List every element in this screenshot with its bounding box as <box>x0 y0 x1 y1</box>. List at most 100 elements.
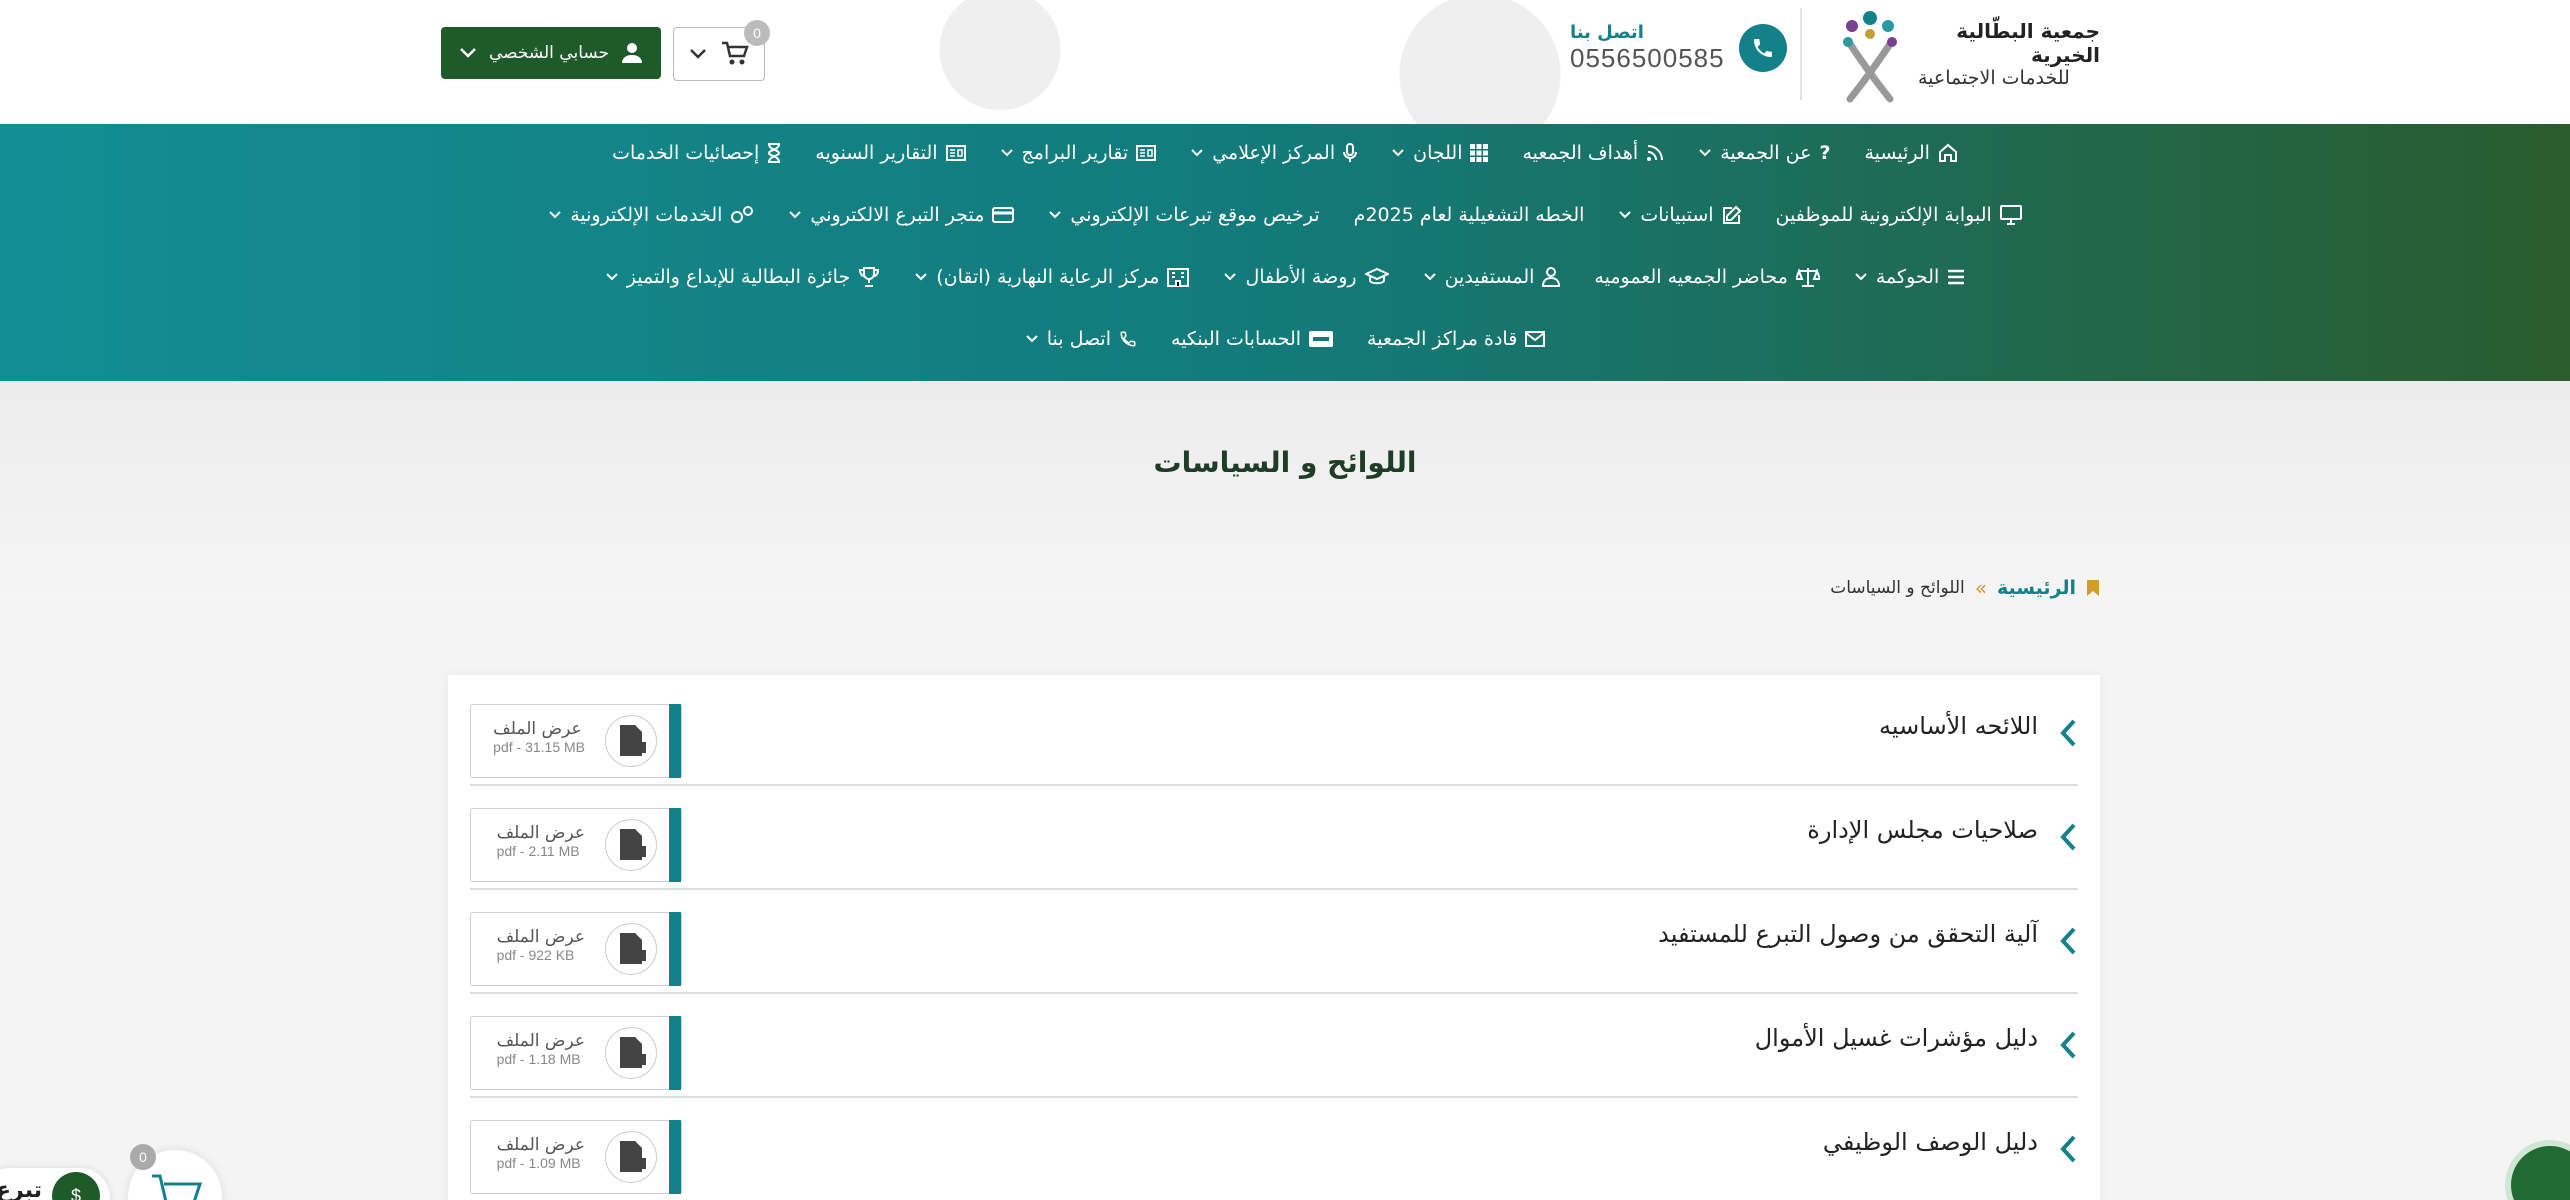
main-navigation: الرئيسية ? عن الجمعية أهداف الجمعيه اللج… <box>0 124 2570 381</box>
chevron-left-icon[interactable] <box>2058 1030 2078 1060</box>
cart-icon <box>152 1174 202 1200</box>
page-hero <box>0 381 2570 601</box>
nav-item-media-center[interactable]: المركز الإعلامي <box>1190 142 1358 164</box>
pdf-file-icon <box>605 819 657 871</box>
nav-item-governance[interactable]: الحوكمة <box>1854 266 1965 288</box>
nav-row-2: البوابة الإلكترونية للموظفين استبيانات ا… <box>0 204 2570 226</box>
nav-item-home[interactable]: الرئيسية <box>1864 142 1957 164</box>
view-file-button[interactable]: عرض الملف pdf - 922 KB <box>470 912 682 986</box>
chevron-left-icon[interactable] <box>2058 926 2078 956</box>
page-title: اللوائح و السياسات <box>1153 446 1417 479</box>
file-accent-bar <box>669 1120 681 1194</box>
nav-item-center-leaders[interactable]: قادة مراكز الجمعية <box>1367 328 1546 350</box>
view-file-button[interactable]: عرض الملف pdf - 1.18 MB <box>470 1016 682 1090</box>
floating-cart-button[interactable]: 0 <box>128 1144 222 1200</box>
nav-item-beneficiaries[interactable]: المستفيدين <box>1423 266 1561 288</box>
card-icon <box>992 207 1015 223</box>
chevron-down-icon <box>1423 273 1436 281</box>
nav-row-1: الرئيسية ? عن الجمعية أهداف الجمعيه اللج… <box>0 142 2570 164</box>
view-file-button[interactable]: عرض الملف pdf - 1.09 MB <box>470 1120 682 1194</box>
chevron-down-icon <box>1392 149 1404 157</box>
document-title[interactable]: اللائحه الأساسيه <box>1879 712 2038 740</box>
nav-item-e-services[interactable]: الخدمات الإلكترونية <box>548 204 754 226</box>
chevron-down-icon <box>1224 273 1237 281</box>
site-logo[interactable]: جمعية البطّالية الخيرية للخدمات الاجتماع… <box>1830 4 2100 104</box>
file-accent-bar <box>669 912 681 986</box>
logo-subtitle: للخدمات الاجتماعية <box>1918 67 2070 89</box>
document-title[interactable]: دليل الوصف الوظيفي <box>1823 1128 2038 1156</box>
chevron-left-icon[interactable] <box>2058 718 2078 748</box>
file-meta: pdf - 1.09 MB <box>496 1155 581 1171</box>
nav-item-committees[interactable]: اللجان <box>1391 142 1489 164</box>
view-file-button[interactable]: عرض الملف pdf - 31.15 MB <box>470 704 682 778</box>
scale-icon <box>1795 268 1820 287</box>
question-icon: ? <box>1819 142 1831 164</box>
document-title[interactable]: دليل مؤشرات غسيل الأموال <box>1755 1024 2038 1052</box>
chevron-left-icon[interactable] <box>2058 1134 2078 1164</box>
view-file-label: عرض الملف <box>496 1135 585 1155</box>
view-file-label: عرض الملف <box>493 719 582 739</box>
floating-cart-count: 0 <box>130 1144 156 1170</box>
my-account-label: حسابي الشخصي <box>488 43 610 63</box>
nav-item-donation-store[interactable]: متجر التبرع الالكتروني <box>788 204 1015 226</box>
contact-label: اتصل بنا <box>1570 22 1644 43</box>
nav-item-goals[interactable]: أهداف الجمعيه <box>1522 142 1664 164</box>
chevron-down-icon <box>1619 211 1632 219</box>
logo-name: جمعية البطّالية الخيرية <box>1956 19 2100 67</box>
microphone-icon <box>1343 143 1358 162</box>
nav-item-bank-accounts[interactable]: الحسابات البنكيه <box>1171 328 1334 350</box>
chevron-down-icon <box>606 273 618 281</box>
trophy-icon <box>859 267 880 287</box>
view-file-label: عرض الملف <box>496 927 585 947</box>
nav-item-program-reports[interactable]: تقارير البرامج <box>1000 142 1157 164</box>
breadcrumb: الرئيسية » اللوائح و السياسات <box>1800 576 2100 600</box>
report-icon <box>1136 145 1157 161</box>
nav-item-donation-license[interactable]: ترخيص موقع تبرعات الإلكتروني <box>1048 204 1320 226</box>
nav-item-excellence-award[interactable]: جائزة البطالية للإبداع والتميز <box>605 266 880 288</box>
grid-icon <box>1470 144 1489 162</box>
file-meta: pdf - 1.18 MB <box>496 1051 581 1067</box>
chevron-down-icon <box>1699 149 1711 157</box>
nav-item-surveys[interactable]: استبيانات <box>1618 204 1741 226</box>
nav-item-employee-portal[interactable]: البوابة الإلكترونية للموظفين <box>1776 204 2022 226</box>
chevron-down-icon <box>915 273 927 281</box>
monitor-icon <box>1999 205 2022 225</box>
nav-item-day-care-center[interactable]: مركز الرعاية النهارية (اتقان) <box>914 266 1190 288</box>
chevron-left-icon[interactable] <box>2058 822 2078 852</box>
home-icon <box>1938 143 1957 162</box>
nav-item-service-stats[interactable]: إحصائيات الخدمات <box>612 142 781 164</box>
rss-icon <box>1647 145 1664 161</box>
chevron-down-icon <box>1026 335 1038 343</box>
phone-icon <box>1120 331 1136 347</box>
nav-item-kindergarten[interactable]: روضة الأطفال <box>1223 266 1389 288</box>
view-file-button[interactable]: عرض الملف pdf - 2.11 MB <box>470 808 682 882</box>
contact-block[interactable]: اتصل بنا 0556500585 <box>1570 22 1787 74</box>
hourglass-icon <box>768 143 781 163</box>
nav-item-annual-reports[interactable]: التقارير السنويه <box>815 142 966 164</box>
document-row: صلاحيات مجلس الإدارة عرض الملف pdf - 2.1… <box>470 786 2078 890</box>
contact-phone[interactable]: 0556500585 <box>1570 43 1725 74</box>
file-meta: pdf - 922 KB <box>496 947 575 963</box>
floating-donate-button[interactable]: تبرع $ <box>0 1150 120 1200</box>
header-cart-button[interactable]: 0 <box>673 20 770 81</box>
chevron-down-icon <box>690 49 706 59</box>
nav-item-contact-us[interactable]: اتصل بنا <box>1025 328 1137 350</box>
document-row: دليل الوصف الوظيفي عرض الملف pdf - 1.09 … <box>470 1098 2078 1200</box>
graduation-icon <box>1364 268 1389 285</box>
chevron-down-icon <box>1049 211 1062 219</box>
document-row: اللائحه الأساسيه عرض الملف pdf - 31.15 M… <box>470 682 2078 786</box>
nav-item-general-assembly-minutes[interactable]: محاضر الجمعيه العموميه <box>1594 266 1820 288</box>
document-title[interactable]: صلاحيات مجلس الإدارة <box>1807 816 2038 844</box>
breadcrumb-home-link[interactable]: الرئيسية <box>1997 577 2076 599</box>
chevron-down-icon <box>460 48 476 58</box>
chevron-down-icon <box>789 211 802 219</box>
document-row: دليل مؤشرات غسيل الأموال عرض الملف pdf -… <box>470 994 2078 1098</box>
nav-item-about[interactable]: ? عن الجمعية <box>1698 142 1830 164</box>
file-accent-bar <box>669 808 681 882</box>
document-title[interactable]: آلية التحقق من وصول التبرع للمستفيد <box>1658 920 2038 948</box>
chevron-down-icon <box>1191 149 1203 157</box>
my-account-button[interactable]: حسابي الشخصي <box>441 27 661 79</box>
file-meta: pdf - 2.11 MB <box>496 843 580 859</box>
nav-item-operational-plan[interactable]: الخطه التشغيلية لعام 2025م <box>1354 204 1585 226</box>
whatsapp-icon[interactable] <box>2505 1140 2570 1200</box>
